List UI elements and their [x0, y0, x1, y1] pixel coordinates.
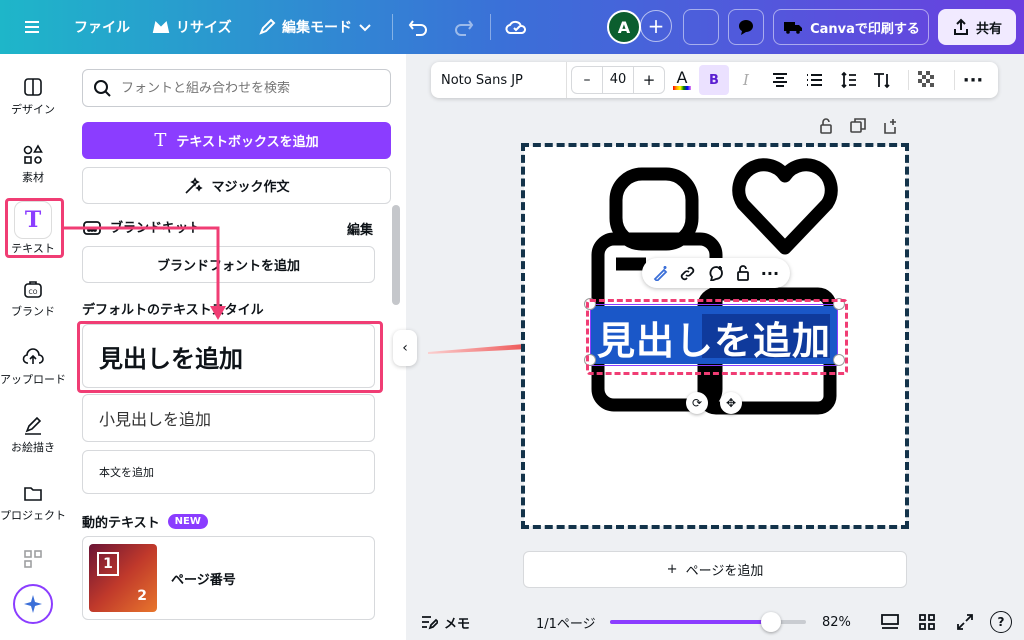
zoom-slider-fill	[610, 620, 771, 624]
bottom-bar: メモ 1/1ページ 82% ?	[406, 604, 1024, 640]
bold-button[interactable]: B	[699, 65, 729, 95]
list-button[interactable]	[797, 62, 831, 98]
plus-icon: +	[666, 562, 678, 577]
vertical-text-icon	[874, 73, 890, 89]
font-size-value[interactable]: 40	[602, 67, 634, 93]
zoom-slider-track[interactable]	[610, 612, 806, 632]
transparency-button[interactable]	[909, 62, 945, 98]
font-family-label: Noto Sans JP	[441, 72, 523, 88]
align-center-icon	[773, 73, 787, 87]
notes-label: メモ	[444, 616, 471, 632]
page-view-icon[interactable]	[880, 613, 900, 631]
add-page-label: ページを追加	[685, 564, 764, 579]
spacing-button[interactable]	[831, 62, 865, 98]
add-page-icon[interactable]	[882, 118, 898, 134]
text-element-highlight	[586, 299, 848, 375]
italic-button[interactable]: I	[729, 62, 763, 98]
notes-icon	[422, 616, 438, 630]
more-options-button[interactable]: ···	[955, 62, 991, 98]
font-size-decrease[interactable]: –	[572, 72, 602, 88]
align-button[interactable]	[763, 62, 797, 98]
help-button[interactable]: ?	[990, 611, 1012, 633]
annotation-connector	[64, 226, 220, 310]
notes-button[interactable]: メモ	[420, 613, 470, 632]
add-page-button[interactable]: + ページを追加	[523, 551, 907, 588]
text-color-icon: A	[676, 68, 688, 87]
grid-view-icon[interactable]	[918, 613, 936, 631]
italic-label: I	[743, 71, 749, 89]
lock-page-icon[interactable]	[818, 118, 834, 134]
transparency-icon	[918, 71, 936, 89]
text-color-button[interactable]: A	[665, 62, 699, 98]
help-icon: ?	[997, 615, 1005, 629]
line-spacing-icon	[841, 71, 856, 89]
fullscreen-icon[interactable]	[956, 613, 974, 631]
vertical-text-button[interactable]	[865, 62, 899, 98]
page-indicator[interactable]: 1/1ページ	[536, 613, 596, 632]
text-toolbar: Noto Sans JP – 40 + A B I ···	[431, 62, 998, 98]
color-swatch	[673, 86, 691, 90]
bold-label: B	[709, 72, 719, 88]
page-tools	[818, 118, 898, 134]
annotation-arrowhead	[210, 306, 226, 320]
font-family-dropdown[interactable]: Noto Sans JP	[431, 62, 567, 98]
list-icon	[807, 74, 822, 86]
zoom-value[interactable]: 82%	[822, 615, 851, 630]
more-icon: ···	[962, 69, 984, 91]
duplicate-page-icon[interactable]	[850, 118, 866, 134]
font-size-stepper[interactable]: – 40 +	[571, 66, 665, 94]
zoom-slider-thumb[interactable]	[761, 612, 781, 632]
font-size-increase[interactable]: +	[634, 71, 664, 89]
